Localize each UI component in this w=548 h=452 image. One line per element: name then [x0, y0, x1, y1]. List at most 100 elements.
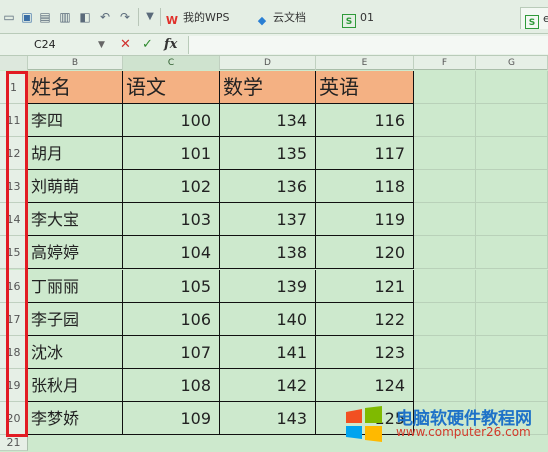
cell-chinese-score[interactable]: 106	[123, 302, 220, 336]
cell-english-score[interactable]: 118	[316, 170, 414, 204]
cell-math-score[interactable]: 139	[220, 269, 316, 303]
redo-icon[interactable]: ↷	[118, 10, 132, 24]
row-header[interactable]: 21	[0, 435, 28, 451]
select-all-corner[interactable]	[0, 56, 28, 70]
empty-cell[interactable]	[476, 137, 548, 171]
cell-math-score[interactable]: 137	[220, 203, 316, 237]
watermark-url: www.computer26.com	[396, 425, 531, 439]
cell-math-score[interactable]: 142	[220, 368, 316, 402]
cell-name[interactable]: 李子园	[28, 302, 123, 336]
cell-math-score[interactable]: 140	[220, 302, 316, 336]
tab-file-01[interactable]: S 01	[342, 7, 374, 29]
spreadsheet-file-icon: S	[342, 14, 356, 28]
cell-chinese-score[interactable]: 101	[123, 137, 220, 171]
cell-name[interactable]: 沈冰	[28, 335, 123, 369]
empty-cell[interactable]	[414, 104, 476, 138]
cell-name[interactable]: 李四	[28, 104, 123, 138]
print-icon[interactable]: ▥	[58, 10, 72, 24]
cell-name[interactable]: 高婷婷	[28, 236, 123, 270]
cancel-icon[interactable]: ✕	[120, 36, 131, 54]
cell-math-score[interactable]: 135	[220, 137, 316, 171]
empty-cell[interactable]	[414, 236, 476, 270]
empty-cell[interactable]	[476, 71, 548, 104]
empty-cell[interactable]	[414, 302, 476, 336]
empty-cell[interactable]	[476, 104, 548, 138]
empty-cell[interactable]	[414, 203, 476, 237]
column-header-b[interactable]: B	[28, 56, 123, 70]
empty-cell[interactable]	[476, 170, 548, 204]
cell-name[interactable]: 李梦娇	[28, 401, 123, 435]
export-icon[interactable]: ▤	[38, 10, 52, 24]
tab-label: 我的WPS	[183, 11, 230, 24]
cell-english-score[interactable]: 121	[316, 269, 414, 303]
empty-cell[interactable]	[414, 335, 476, 369]
tab-label: 01	[360, 11, 374, 24]
customize-dropdown-icon[interactable]: ▼	[143, 10, 157, 24]
empty-cell[interactable]	[476, 203, 548, 237]
cell-math-score[interactable]: 136	[220, 170, 316, 204]
name-box[interactable]: C24	[2, 36, 102, 54]
cell-english-score[interactable]: 122	[316, 302, 414, 336]
empty-cell[interactable]	[414, 170, 476, 204]
empty-cell[interactable]	[414, 368, 476, 402]
cell-english-score[interactable]: 124	[316, 368, 414, 402]
tab-label: e	[543, 12, 548, 25]
cell-english-score[interactable]: 117	[316, 137, 414, 171]
empty-cell[interactable]	[476, 368, 548, 402]
column-header-f[interactable]: F	[414, 56, 476, 70]
cell-math-score[interactable]: 134	[220, 104, 316, 138]
empty-cell[interactable]	[414, 71, 476, 104]
cell-chinese-score[interactable]: 100	[123, 104, 220, 138]
cell-math-score[interactable]: 138	[220, 236, 316, 270]
column-header-c[interactable]: C	[123, 56, 220, 70]
cell-chinese-score[interactable]: 108	[123, 368, 220, 402]
cell-chinese-score[interactable]: 107	[123, 335, 220, 369]
cell-math-score[interactable]: 141	[220, 335, 316, 369]
empty-cell[interactable]	[414, 269, 476, 303]
cell-chinese-score[interactable]: 103	[123, 203, 220, 237]
cell-math-score[interactable]: 143	[220, 401, 316, 435]
header-cell[interactable]: 姓名	[28, 71, 123, 104]
open-folder-icon[interactable]: ▭	[2, 10, 16, 24]
cell-english-score[interactable]: 120	[316, 236, 414, 270]
cell-name[interactable]: 刘萌萌	[28, 170, 123, 204]
cell-chinese-score[interactable]: 102	[123, 170, 220, 204]
quick-access-toolbar: ▭ ▣ ▤ ▥ ◧ ↶ ↷ ▼ W 我的WPS ◆ 云文档 S 01 Se	[0, 0, 548, 34]
empty-cell[interactable]	[414, 137, 476, 171]
empty-cell[interactable]	[476, 236, 548, 270]
name-box-dropdown-icon[interactable]: ▼	[98, 36, 105, 54]
print-preview-icon[interactable]: ◧	[78, 10, 92, 24]
cell-english-score[interactable]: 116	[316, 104, 414, 138]
cell-name[interactable]: 李大宝	[28, 203, 123, 237]
enter-check-icon[interactable]: ✓	[142, 36, 153, 54]
cell-name[interactable]: 胡月	[28, 137, 123, 171]
cell-chinese-score[interactable]: 109	[123, 401, 220, 435]
cell-reference: C24	[34, 38, 56, 51]
empty-cell[interactable]	[476, 335, 548, 369]
cell-chinese-score[interactable]: 104	[123, 236, 220, 270]
cell-chinese-score[interactable]: 105	[123, 269, 220, 303]
insert-function-button[interactable]: fx	[164, 36, 177, 54]
tab-active-workbook[interactable]: Se	[520, 7, 548, 29]
cell-name[interactable]: 丁丽丽	[28, 269, 123, 303]
windows-logo-icon	[346, 406, 382, 442]
tab-cloud-docs[interactable]: ◆ 云文档	[255, 7, 306, 29]
row-number-highlight-box	[6, 71, 28, 437]
column-header-g[interactable]: G	[476, 56, 548, 70]
formula-input[interactable]	[188, 36, 548, 54]
column-header-d[interactable]: D	[220, 56, 316, 70]
toolbar-divider	[138, 8, 139, 26]
cell-english-score[interactable]: 119	[316, 203, 414, 237]
tab-my-wps[interactable]: W 我的WPS	[165, 7, 230, 29]
empty-cell[interactable]	[476, 302, 548, 336]
column-header-e[interactable]: E	[316, 56, 414, 70]
cell-name[interactable]: 张秋月	[28, 368, 123, 402]
save-icon[interactable]: ▣	[20, 10, 34, 24]
cloud-doc-icon: ◆	[257, 14, 267, 27]
empty-cell[interactable]	[476, 269, 548, 303]
header-cell[interactable]: 语文	[123, 71, 220, 104]
cell-english-score[interactable]: 123	[316, 335, 414, 369]
header-cell[interactable]: 英语	[316, 71, 414, 104]
header-cell[interactable]: 数学	[220, 71, 316, 104]
undo-icon[interactable]: ↶	[98, 10, 112, 24]
